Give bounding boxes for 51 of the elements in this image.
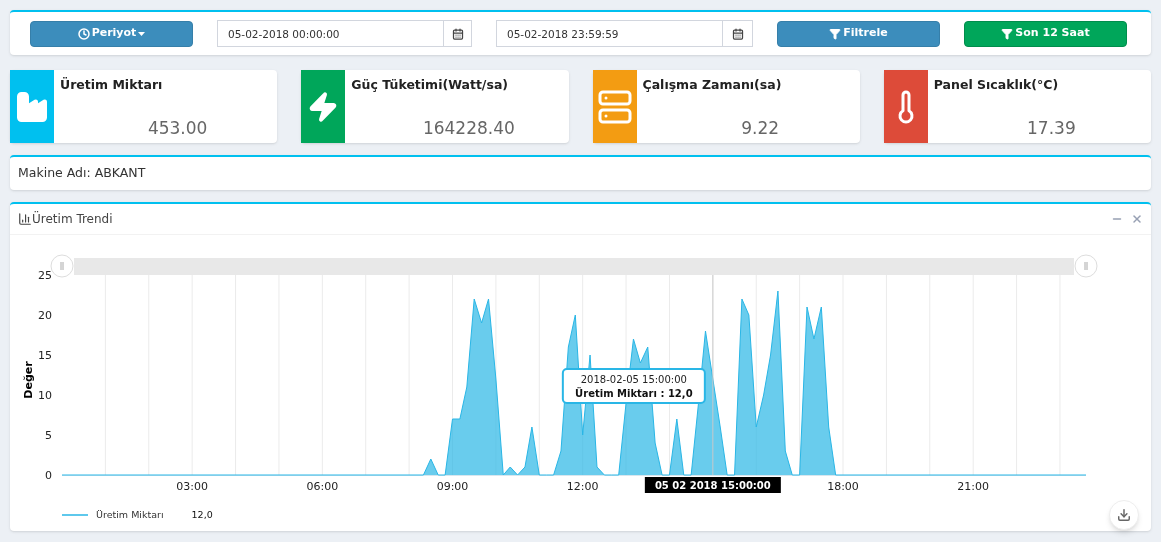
crosshair-label: 05 02 2018 15:00:00 [644, 477, 781, 493]
info-box-value: 17.39 [1027, 116, 1076, 140]
info-box-value: 164228.40 [422, 116, 515, 140]
filter-button[interactable]: Filtrele [777, 20, 940, 47]
download-icon [1117, 508, 1131, 522]
clock-icon [77, 27, 90, 40]
info-box-label: Panel Sıcaklık(°C) [933, 76, 1060, 94]
filter-icon [1001, 27, 1014, 40]
bar-chart-icon [18, 212, 32, 226]
x-tick-label: 09:00 [436, 480, 469, 493]
y-axis-title: Değer [22, 361, 35, 399]
info-box-label: Üretim Miktarı [60, 76, 164, 94]
info-box-value: 453.00 [147, 116, 208, 140]
x-tick-label: 03:00 [176, 480, 208, 493]
tooltip: 2018-02-05 15:00:00 Üretim Miktarı : 12,0 [561, 368, 706, 404]
panel-title: Üretim Trendi [32, 210, 113, 228]
calendar-icon [451, 27, 464, 40]
start-date-field[interactable]: 05-02-2018 00:00:00 [217, 20, 444, 47]
end-date-field[interactable]: 05-02-2018 23:59:59 [496, 20, 723, 47]
y-tick-label: 15 [38, 349, 52, 362]
close-button[interactable] [1131, 213, 1143, 225]
info-box-label: Güç Tüketimi(Watt/sa) [351, 76, 510, 94]
server-icon [596, 88, 633, 125]
download-button[interactable] [1109, 500, 1139, 530]
navigator-handle[interactable] [50, 254, 74, 278]
y-tick-label: 25 [38, 269, 52, 282]
info-box-label: Çalışma Zamanı(sa) [642, 76, 783, 94]
close-icon [1131, 213, 1143, 225]
calendar-icon [731, 27, 744, 40]
x-tick-label: 18:00 [827, 480, 859, 493]
navigator-track[interactable] [74, 258, 1074, 275]
filter-icon [829, 27, 842, 40]
machine-name: Makine Adı: ABKANT [18, 164, 146, 183]
y-tick-label: 5 [45, 429, 52, 442]
y-tick-label: 20 [38, 309, 52, 322]
annotation: 05 02 2018 15:00:00 [654, 480, 771, 491]
period-button[interactable]: Periyot [30, 20, 193, 47]
last-hours-button[interactable]: Son 12 Saat [964, 20, 1127, 47]
y-tick-label: 0 [45, 469, 52, 482]
x-tick-label: 21:00 [957, 480, 990, 493]
info-box-value: 9.22 [741, 116, 780, 140]
x-tick-label: 12:00 [566, 480, 599, 493]
legend-line-icon [62, 513, 88, 517]
x-tick-label: 06:00 [306, 480, 339, 493]
legend-label: Üretim Miktarı [96, 507, 164, 522]
legend-value: 12,0 [191, 507, 213, 522]
y-tick-label: 10 [38, 389, 52, 402]
calendar-button[interactable] [723, 20, 753, 47]
calendar-button[interactable] [444, 20, 472, 47]
caret-icon [138, 31, 146, 36]
navigator-handle[interactable] [1074, 254, 1098, 278]
